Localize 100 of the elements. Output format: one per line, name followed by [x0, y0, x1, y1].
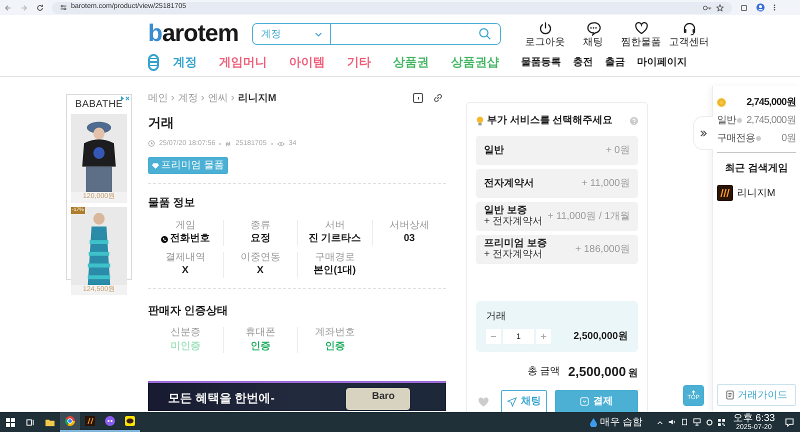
weather-text: 매우 습함: [600, 416, 643, 430]
section-heading: 판매자 인증상태: [148, 304, 230, 318]
field-label: 서버: [324, 220, 345, 232]
field-label: 구매경로: [314, 252, 355, 264]
field-label: 서버상세: [389, 220, 430, 232]
diamond-icon: [152, 162, 159, 168]
currency-unit: 원: [628, 367, 638, 381]
service-option[interactable]: 전자계약서 + 11,000원: [476, 169, 638, 198]
forward-arrow-icon: [20, 4, 28, 12]
nav-link[interactable]: 출금: [605, 54, 625, 70]
site-info-icon: [60, 4, 67, 11]
network-icon: [692, 418, 701, 426]
back-arrow-icon: [4, 4, 12, 12]
field-label: 이중연동: [240, 252, 280, 264]
chat-bubble-icon: [586, 20, 600, 36]
balance-value: 0원: [781, 132, 796, 146]
logo[interactable]: barotem: [148, 22, 252, 46]
report-button[interactable]: [413, 93, 423, 103]
product-title: 거래: [148, 114, 175, 132]
field-value: 전화번호: [170, 233, 210, 246]
balance-label: 구매전용: [717, 132, 755, 146]
hash-icon: [225, 140, 232, 147]
power-icon: [538, 20, 552, 36]
quantity-field[interactable]: 1: [503, 329, 534, 344]
coin-icon: [717, 98, 726, 107]
nav-link[interactable]: 충전: [573, 54, 593, 70]
field-value: 진 기르타스: [308, 233, 362, 246]
header-action[interactable]: 로그아웃: [523, 20, 567, 48]
chevron-right-icon: [201, 95, 205, 101]
field-label: 게임: [175, 220, 196, 232]
balance-label: 일반: [717, 114, 736, 128]
nav-link[interactable]: 마이페이지: [637, 54, 687, 70]
taskbar-app[interactable]: [60, 412, 80, 432]
premium-badge: 프리미엄 물품: [148, 157, 228, 174]
section-heading: 물품 정보: [148, 196, 196, 211]
nav-link[interactable]: 물품등록: [521, 54, 561, 70]
minus-icon: [490, 333, 497, 340]
ad-brand: BABATHE: [74, 100, 124, 110]
verification-status: 인증: [250, 340, 270, 353]
field-value: X: [182, 265, 189, 278]
line-price: 2,500,000원: [574, 330, 628, 344]
lightbulb-icon: [476, 116, 484, 126]
link-icon: [433, 93, 443, 103]
panel-title: 부가 서비스를 선택해주세요: [487, 114, 614, 128]
water-drop-icon: [590, 418, 597, 426]
header-action[interactable]: 고객센터: [667, 20, 711, 48]
share-link-button[interactable]: [433, 93, 443, 103]
total-label: 총 금액: [527, 365, 560, 380]
profile-icon: [756, 3, 765, 12]
service-option[interactable]: 일반 + 0원: [476, 136, 638, 165]
ad-choices-icon: [120, 96, 130, 101]
chevron-right-icon: [231, 95, 235, 101]
order-label: 거래: [486, 310, 507, 324]
field-value: 요정: [250, 233, 270, 246]
clock-icon: [148, 140, 155, 148]
document-icon: [726, 390, 734, 400]
breadcrumb-link[interactable]: 리니지M: [238, 90, 276, 106]
recent-games-heading: 최근 검색게임: [724, 162, 789, 176]
heart-icon: [634, 20, 648, 36]
balance-amount: 2,745,000원: [746, 96, 796, 110]
chat-app-icon: [105, 416, 115, 426]
field-label: 종류: [250, 220, 270, 232]
verification-status: 미인증: [170, 340, 200, 353]
field-label: 휴대폰: [245, 327, 276, 340]
bookmark-star-icon: [716, 4, 724, 12]
total-amount: 2,500,000: [568, 363, 626, 381]
search-icon: [478, 27, 492, 41]
header-action[interactable]: 채팅: [571, 20, 615, 48]
game-logo-icon: [717, 185, 733, 201]
verification-status: 인증: [324, 340, 345, 353]
service-option[interactable]: 프리미엄 보증 + 전자계약서 + 186,000원: [476, 235, 638, 264]
help-icon: [630, 116, 638, 124]
headset-icon: [682, 20, 696, 36]
key-icon: [703, 4, 712, 10]
menu-button[interactable]: [148, 54, 159, 70]
chevron-right-icon: [171, 95, 175, 101]
field-value: 03: [404, 233, 415, 246]
chevron-up-icon: [656, 420, 663, 424]
plus-icon: [540, 333, 547, 340]
info-icon: [737, 118, 742, 123]
baro-card: Baro: [346, 388, 410, 410]
header-action[interactable]: 찜한물품: [619, 20, 663, 48]
game-logo-icon: [85, 416, 95, 426]
info-icon: [756, 136, 761, 141]
field-label: 신분증: [170, 327, 200, 340]
up-arrow-icon: [691, 390, 696, 395]
reload-icon: [36, 4, 44, 12]
collapse-tab[interactable]: [693, 116, 713, 150]
field-label: 계좌번호: [314, 327, 355, 340]
wallet-icon: [580, 397, 589, 406]
browser-icon: [65, 416, 75, 426]
field-label: 결제내역: [165, 252, 206, 264]
qr-icon: [718, 418, 725, 426]
eye-icon: [276, 140, 285, 147]
notification-icon: [785, 418, 794, 426]
speech-bubble-icon: [125, 416, 135, 426]
folder-icon: [45, 418, 55, 426]
promo-banner[interactable]: 모든 혜택을 한번에- Baro: [148, 381, 446, 411]
recent-game-item[interactable]: 리니지M: [717, 185, 796, 201]
more-menu-icon: [773, 3, 776, 12]
